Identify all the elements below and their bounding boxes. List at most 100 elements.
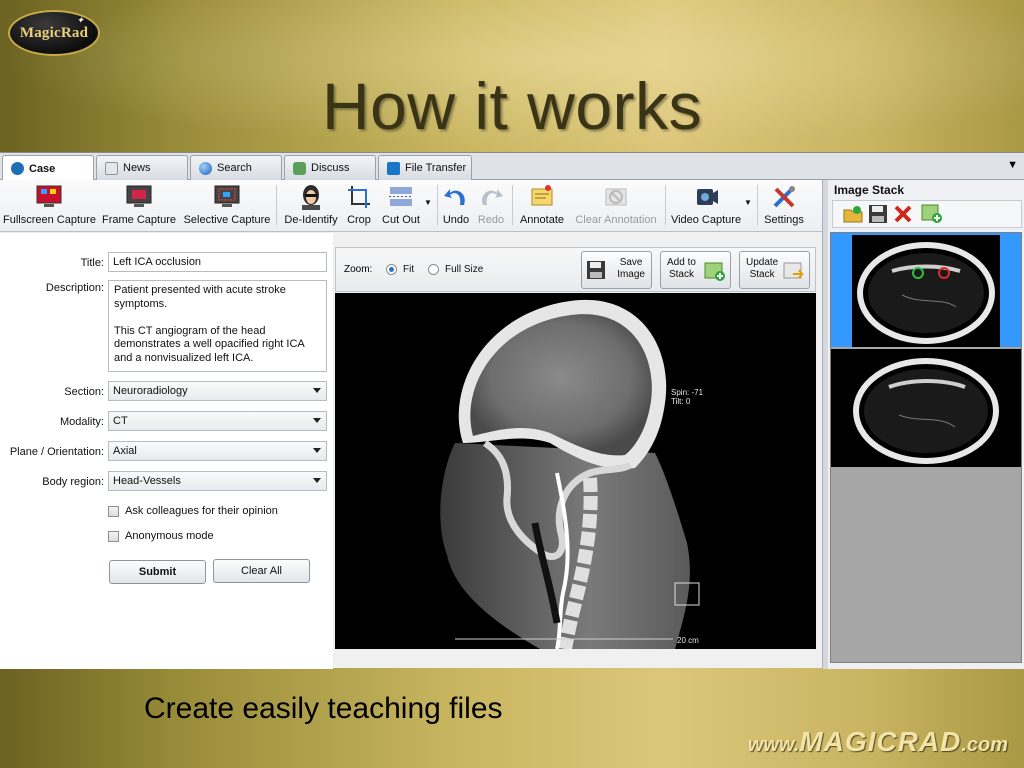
section-select[interactable]: Neuroradiology <box>108 381 327 401</box>
save-image-button[interactable]: Save Image <box>581 251 652 289</box>
title-input[interactable]: Left ICA occlusion <box>108 252 327 272</box>
section-value: Neuroradiology <box>113 385 188 397</box>
slide-caption: Create easily teaching files <box>144 692 503 725</box>
tab-label: File Transfer <box>405 162 467 174</box>
tab-menu-chevron-icon[interactable]: ▼ <box>1007 159 1018 171</box>
image-stack-title: Image Stack <box>834 183 905 197</box>
tab-news[interactable]: News <box>96 155 188 180</box>
tool-label: Clear Annotation <box>575 214 657 226</box>
update-stack-label: Update Stack <box>746 257 779 280</box>
tilt-readout: Tilt: 0 <box>671 397 691 406</box>
site-suffix: .com <box>961 734 1008 756</box>
tab-label: Discuss <box>311 162 350 174</box>
modality-label: Modality: <box>59 416 104 428</box>
crop-button[interactable]: Crop <box>344 183 374 226</box>
case-form: Title: Left ICA occlusion Description: P… <box>0 233 333 669</box>
plane-select[interactable]: Axial <box>108 441 327 461</box>
description-label: Description: <box>45 282 104 294</box>
radio-selected-indicator[interactable] <box>386 264 397 275</box>
de-identify-icon <box>297 183 325 211</box>
image-stack-toolbar <box>832 200 1022 228</box>
anonymous-mode-checkbox[interactable]: Anonymous mode <box>108 530 214 542</box>
undo-icon <box>442 183 470 211</box>
sagittal-ct-image: Spin: -71 Tilt: 0 20 cm <box>440 299 704 649</box>
fullscreen-capture-button[interactable]: Fullscreen Capture <box>3 183 96 226</box>
clear-annotation-button[interactable]: Clear Annotation <box>573 183 659 226</box>
slide-title: How it works <box>321 69 703 143</box>
selective-capture-button[interactable]: Selective Capture <box>183 183 271 226</box>
tab-discuss[interactable]: Discuss <box>284 155 376 180</box>
stack-thumbnail[interactable] <box>831 349 1021 467</box>
submit-button[interactable]: Submit <box>109 560 206 584</box>
zoom-fit-radio[interactable]: Fit <box>386 264 414 275</box>
body-region-select[interactable]: Head-Vessels <box>108 471 327 491</box>
ct-image-view[interactable]: Spin: -71 Tilt: 0 20 cm <box>335 293 816 649</box>
tab-file-transfer[interactable]: File Transfer <box>378 155 472 180</box>
tool-label: Cut Out <box>382 214 420 226</box>
annotate-button[interactable]: Annotate <box>517 183 567 226</box>
undo-button[interactable]: Undo <box>440 183 472 226</box>
description-textarea[interactable]: Patient presented with acute stroke symp… <box>108 280 327 372</box>
tab-search[interactable]: Search <box>190 155 282 180</box>
sparkle-icon: ✦ <box>76 15 84 25</box>
ask-colleagues-checkbox[interactable]: Ask colleagues for their opinion <box>108 505 278 517</box>
capture-toolbar: Fullscreen Capture Frame Capture Selecti… <box>0 180 822 232</box>
fullscreen-capture-icon <box>35 183 63 211</box>
modality-value: CT <box>113 415 128 427</box>
body-region-value: Head-Vessels <box>113 475 181 487</box>
ask-colleagues-label: Ask colleagues for their opinion <box>125 505 278 517</box>
site-prefix: www. <box>747 734 800 756</box>
chevron-down-icon <box>313 448 321 453</box>
scale-readout: 20 cm <box>677 636 699 645</box>
search-icon <box>199 161 212 175</box>
redo-button[interactable]: Redo <box>476 183 506 226</box>
tool-label: Redo <box>477 214 505 226</box>
viewer-toolbar: Zoom: Fit Full Size Save Image Add to St… <box>335 247 816 292</box>
frame-capture-icon <box>125 183 153 211</box>
save-image-label: Save Image <box>617 257 645 280</box>
de-identify-button[interactable]: De-Identify <box>282 183 340 226</box>
website-link[interactable]: www.MAGICRAD.com <box>748 726 1008 758</box>
video-capture-dropdown-icon[interactable]: ▼ <box>743 198 753 207</box>
video-capture-button[interactable]: Video Capture <box>670 183 742 226</box>
floppy-disk-icon <box>587 261 605 279</box>
toolbar-divider <box>665 185 666 225</box>
save-stack-icon[interactable] <box>868 204 888 224</box>
stack-thumbnail[interactable] <box>852 235 1000 347</box>
chevron-down-icon <box>313 388 321 393</box>
tool-label: De-Identify <box>284 214 338 226</box>
chevron-down-icon <box>313 478 321 483</box>
frame-capture-button[interactable]: Frame Capture <box>102 183 176 226</box>
tool-label: Selective Capture <box>183 214 271 226</box>
checkbox-box[interactable] <box>108 505 119 517</box>
modality-select[interactable]: CT <box>108 411 327 431</box>
update-stack-button[interactable]: Update Stack <box>739 251 810 289</box>
tab-case[interactable]: Case <box>2 155 94 181</box>
tab-label: News <box>123 162 151 174</box>
zoom-full-size-radio[interactable]: Full Size <box>428 264 483 275</box>
anonymous-mode-label: Anonymous mode <box>125 530 214 542</box>
file-transfer-icon <box>387 161 400 175</box>
radio-indicator[interactable] <box>428 264 439 275</box>
clear-all-button[interactable]: Clear All <box>213 559 310 583</box>
settings-button[interactable]: Settings <box>762 183 806 226</box>
magicrad-logo: MagicRad ✦ <box>8 10 100 56</box>
zoom-fit-label: Fit <box>403 264 415 275</box>
add-to-stack-button[interactable]: Add to Stack <box>660 251 731 289</box>
tool-label: Frame Capture <box>102 214 176 226</box>
add-image-icon[interactable] <box>921 204 943 224</box>
body-region-label: Body region: <box>42 476 104 488</box>
plane-label: Plane / Orientation: <box>9 446 104 458</box>
tab-bar: Case News Search Discuss File Transfer ▼ <box>0 153 1024 181</box>
logo-text: MagicRad <box>19 24 89 41</box>
tool-label: Video Capture <box>670 214 742 226</box>
spin-readout: Spin: -71 <box>671 388 704 397</box>
open-folder-icon[interactable] <box>843 204 863 224</box>
cut-out-dropdown-icon[interactable]: ▼ <box>423 198 433 207</box>
update-image-icon <box>783 262 804 279</box>
cut-out-button[interactable]: Cut Out <box>378 183 424 226</box>
checkbox-box[interactable] <box>108 530 119 542</box>
delete-icon[interactable] <box>893 204 913 224</box>
toolbar-divider <box>437 185 438 225</box>
add-image-icon <box>704 262 725 281</box>
